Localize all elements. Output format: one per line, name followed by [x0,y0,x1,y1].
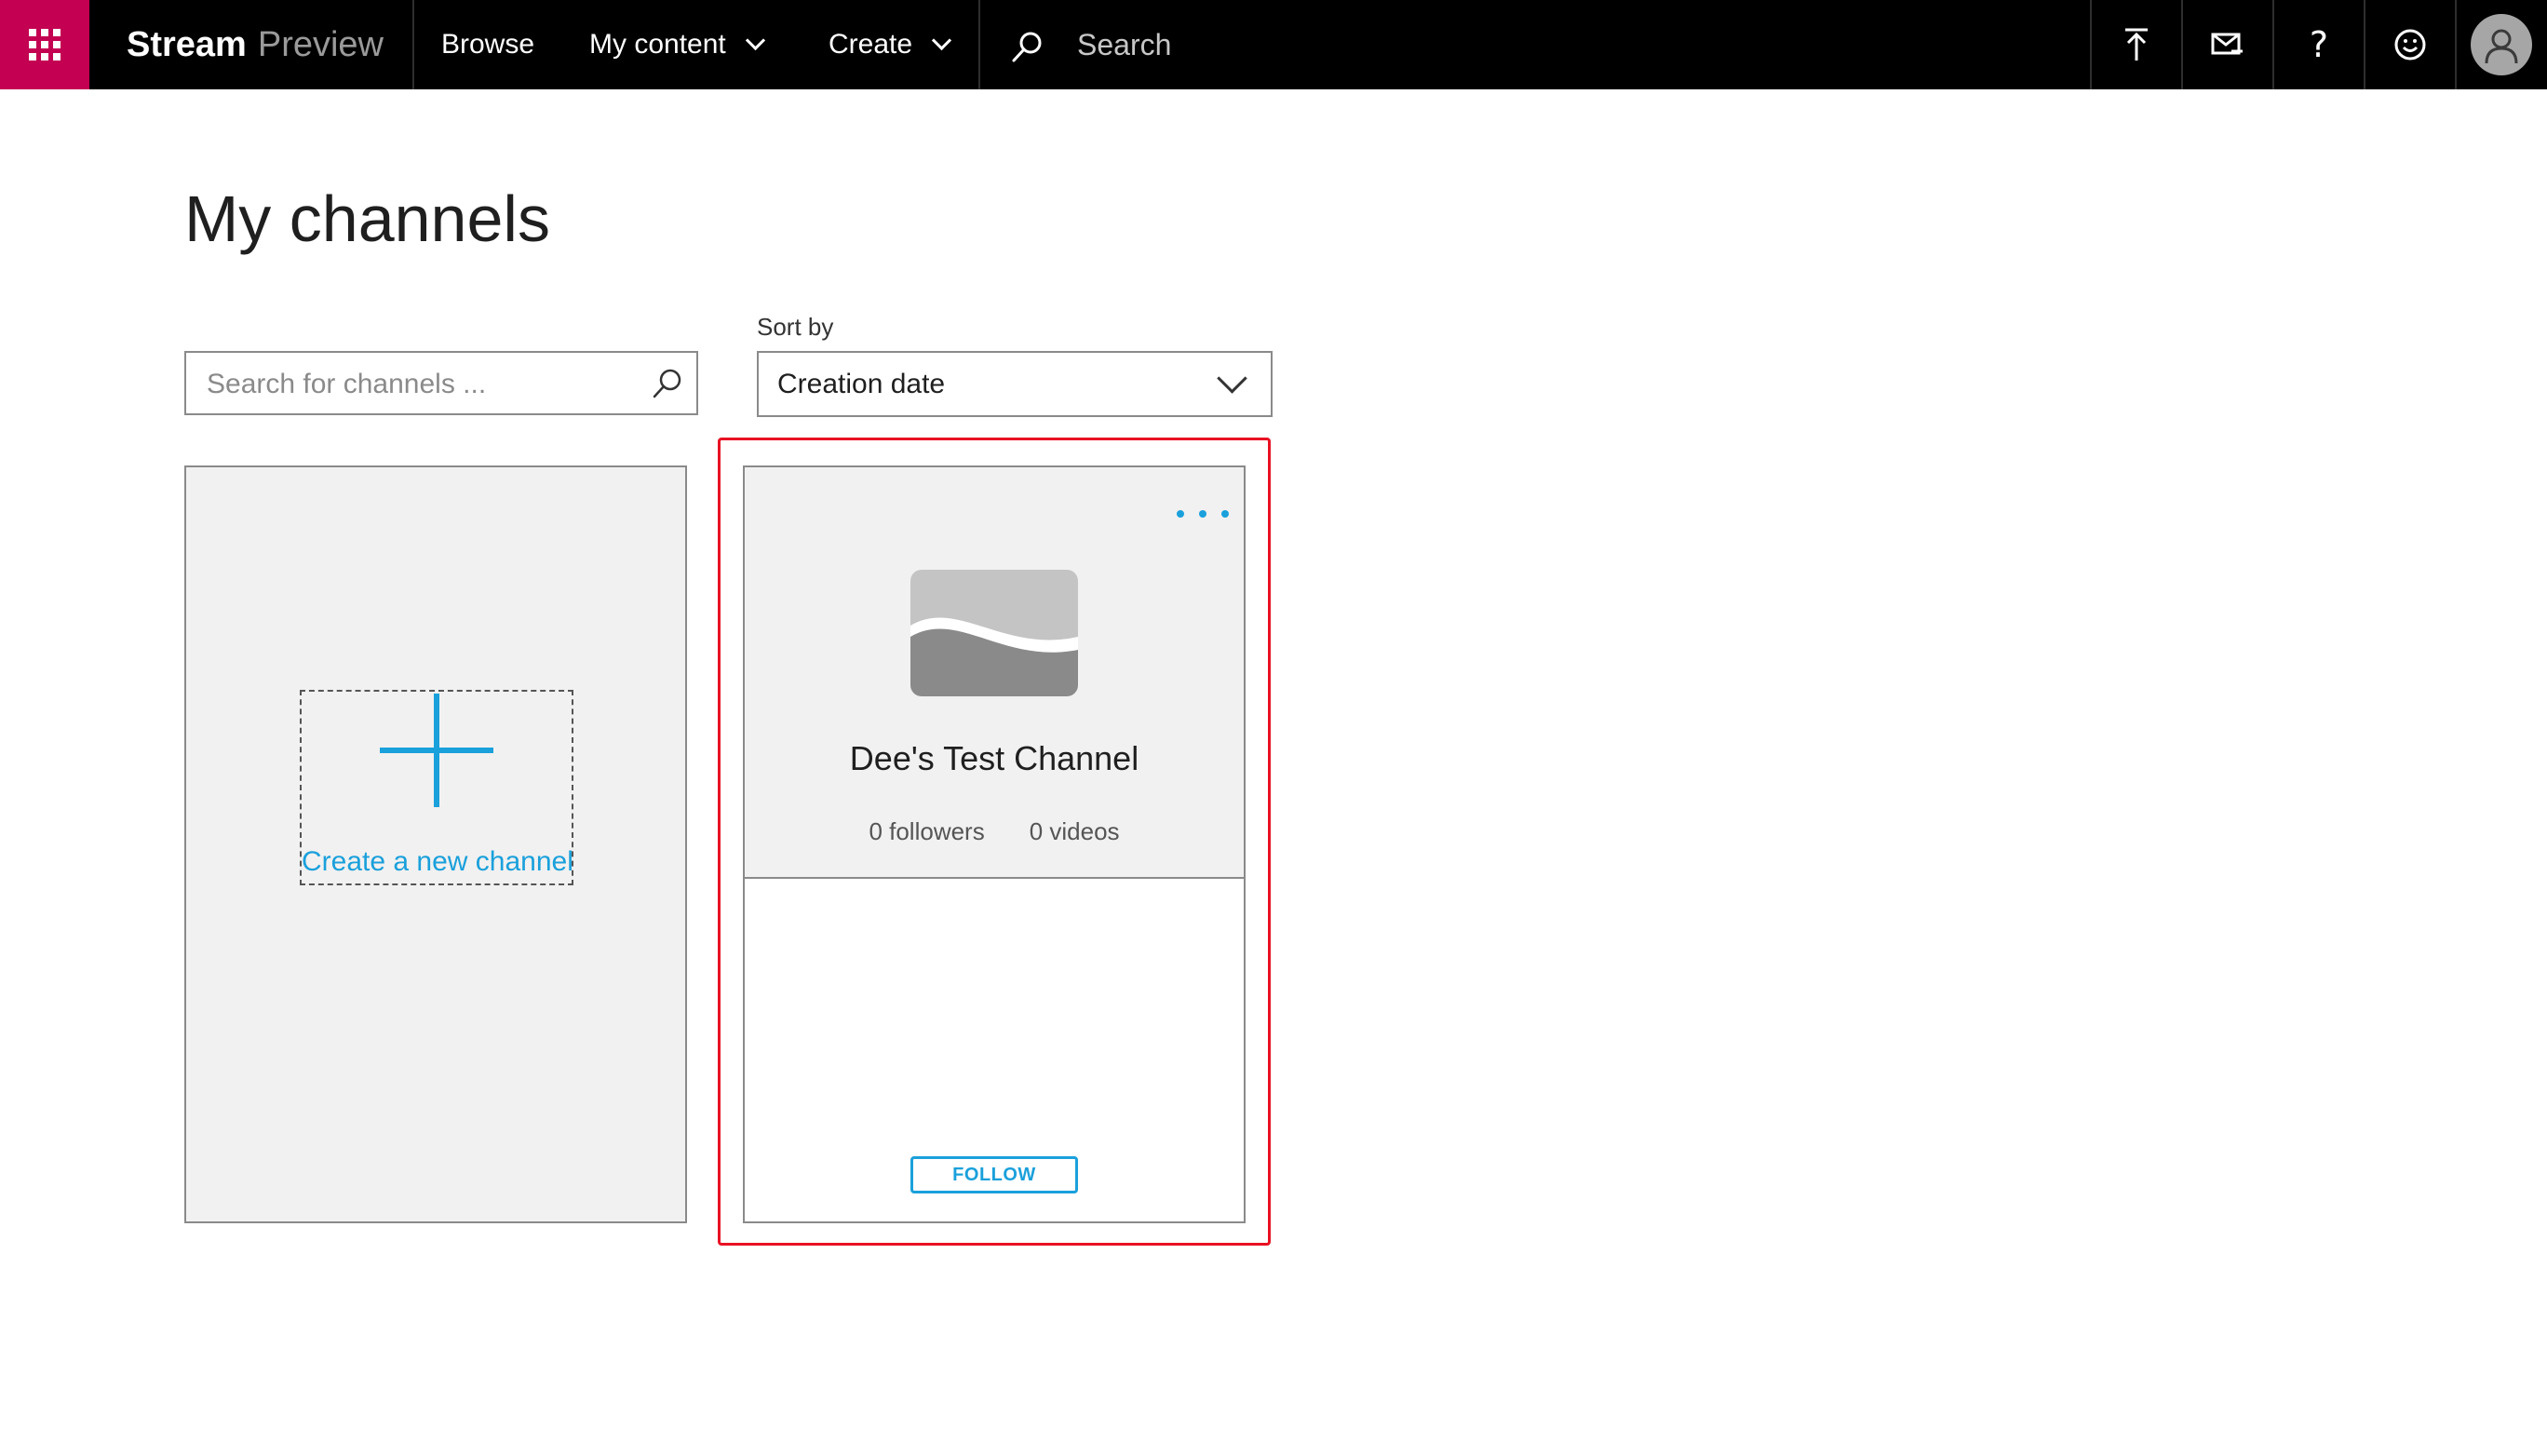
more-icon [1177,510,1184,518]
follow-button[interactable]: FOLLOW [910,1156,1078,1193]
sort-selected-value: Creation date [777,369,946,399]
brand-name: Stream [127,25,247,64]
videos-count: 0 videos [1029,817,1120,845]
account-button[interactable] [2457,0,2546,89]
global-search-placeholder: Search [1077,28,1172,61]
brand-tag: Preview [257,25,384,64]
chevron-down-icon [931,30,952,51]
upload-icon [2125,28,2148,61]
app-launcher-button[interactable] [0,0,89,89]
mail-icon [2211,33,2243,55]
nav-my-content[interactable]: My content [589,0,765,89]
nav-browse-label: Browse [441,29,535,60]
smiley-icon [2394,29,2426,61]
channel-search-input[interactable] [205,353,637,415]
app-launcher-icon [29,29,61,61]
create-channel-button[interactable]: Create a new channel [300,690,573,885]
avatar [2471,14,2532,75]
nav-my-content-label: My content [589,29,726,60]
feedback-button[interactable] [2365,0,2455,89]
global-search[interactable]: Search [981,0,2080,89]
search-icon[interactable] [652,368,683,399]
chevron-down-icon [745,30,765,51]
more-options-button[interactable] [1177,503,1229,525]
top-bar: Stream Preview Browse My content Create S… [0,0,2547,89]
sort-label: Sort by [757,313,834,341]
help-button[interactable]: ? [2274,0,2364,89]
page-title: My channels [184,182,550,255]
divider [412,0,414,89]
create-channel-card: Create a new channel [184,465,687,1223]
nav-create-label: Create [829,29,913,60]
help-icon: ? [2309,24,2329,65]
followers-count: 0 followers [869,817,985,845]
nav-browse[interactable]: Browse [441,0,534,89]
brand-logo[interactable]: Stream Preview [127,0,384,89]
user-icon [2485,29,2518,63]
channel-name[interactable]: Dee's Test Channel [745,739,1244,778]
create-channel-label: Create a new channel [302,846,573,877]
chevron-down-icon [1217,363,1247,394]
channel-search-box [184,351,698,415]
divider [978,0,980,89]
channel-stats: 0 followers 0 videos [745,817,1244,846]
sort-dropdown[interactable]: Creation date [757,351,1273,417]
nav-create[interactable]: Create [829,0,952,89]
channel-card-header: Dee's Test Channel 0 followers 0 videos [745,467,1244,879]
mail-button[interactable] [2183,0,2272,89]
upload-button[interactable] [2092,0,2181,89]
search-icon [1012,32,1042,62]
channel-card[interactable]: Dee's Test Channel 0 followers 0 videos F… [743,465,1246,1223]
channel-image-icon [910,570,1078,696]
